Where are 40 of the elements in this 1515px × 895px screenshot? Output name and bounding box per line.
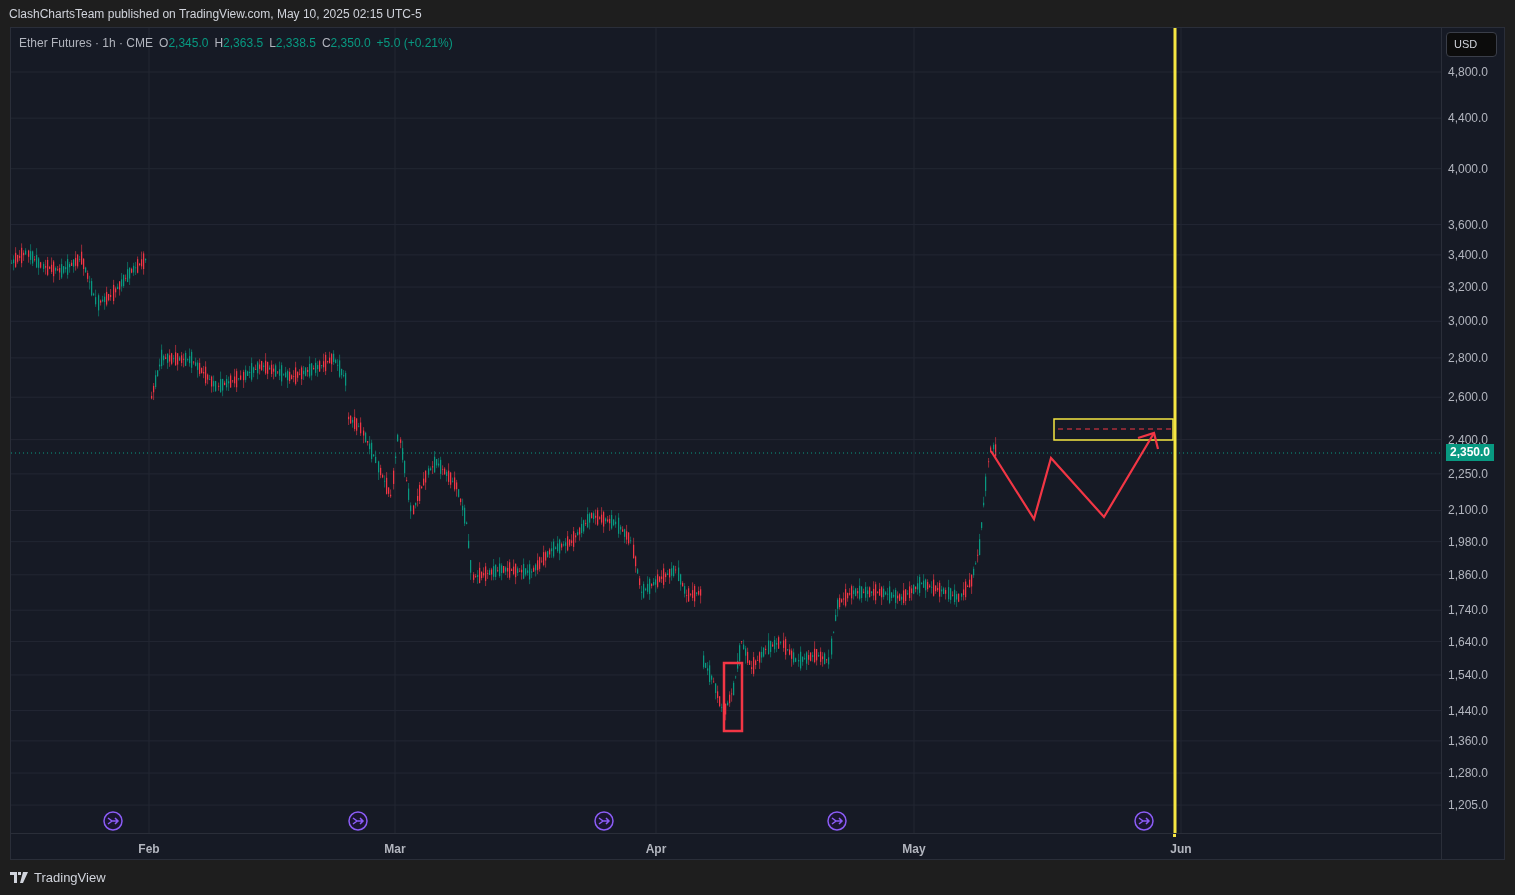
last-price-badge: 2,350.0 — [1446, 444, 1495, 461]
currency-button[interactable]: USD — [1446, 32, 1497, 57]
price-axis-label: 3,400.0 — [1448, 248, 1489, 261]
price-axis-label: 2,400.0 — [1448, 433, 1489, 446]
price-axis-label: 1,280.0 — [1448, 767, 1489, 780]
time-axis-label: Apr — [645, 841, 667, 858]
symbol-title: Ether Futures · 1h · CME — [19, 35, 154, 52]
ohlc-value: 2,345.0 — [168, 35, 209, 52]
price-axis-label: 2,100.0 — [1448, 504, 1489, 517]
price-axis-label: 2,800.0 — [1448, 351, 1489, 364]
price-axis-label: 1,980.0 — [1448, 535, 1489, 548]
price-axis-label: 4,800.0 — [1448, 66, 1489, 78]
time-axis-label: Feb — [138, 841, 160, 858]
ohlc-value: 2,350.0 — [330, 35, 371, 52]
price-axis-label: 3,600.0 — [1448, 218, 1489, 231]
ohlc-value: 2,363.5 — [223, 35, 264, 52]
ohlc-label: L — [269, 35, 276, 52]
price-axis-label: 1,740.0 — [1448, 604, 1489, 617]
ohlc-value: 2,338.5 — [275, 35, 316, 52]
ohlc-label: O — [159, 35, 169, 52]
price-axis-label: 1,360.0 — [1448, 734, 1489, 747]
price-change: +5.0 (+0.21%) — [376, 35, 453, 52]
time-axis-label: Jun — [1170, 841, 1192, 858]
price-axis-label: 4,400.0 — [1448, 112, 1489, 125]
time-axis-label: Mar — [384, 841, 406, 858]
ohlc-label: C — [321, 35, 331, 52]
price-axis-label: 2,250.0 — [1448, 467, 1489, 480]
price-axis-label: 4,000.0 — [1448, 162, 1489, 175]
price-axis-label: 1,440.0 — [1448, 704, 1489, 717]
time-axis-label: May — [902, 841, 926, 858]
publisher-caption: ClashChartsTeam published on TradingView.com, May 10, 2025 02:15 UTC-5 — [9, 5, 422, 23]
ohlc-label: H — [214, 35, 224, 52]
price-axis-label: 2,600.0 — [1448, 391, 1489, 404]
price-axis-label: 3,000.0 — [1448, 315, 1489, 328]
price-axis-label: 1,205.0 — [1448, 799, 1489, 812]
price-axis-label: 1,640.0 — [1448, 635, 1489, 648]
price-axis-label: 1,540.0 — [1448, 668, 1489, 681]
price-axis-label: 3,200.0 — [1448, 281, 1489, 294]
brand-name: TradingView — [34, 868, 106, 887]
price-axis-label: 1,860.0 — [1448, 568, 1489, 581]
